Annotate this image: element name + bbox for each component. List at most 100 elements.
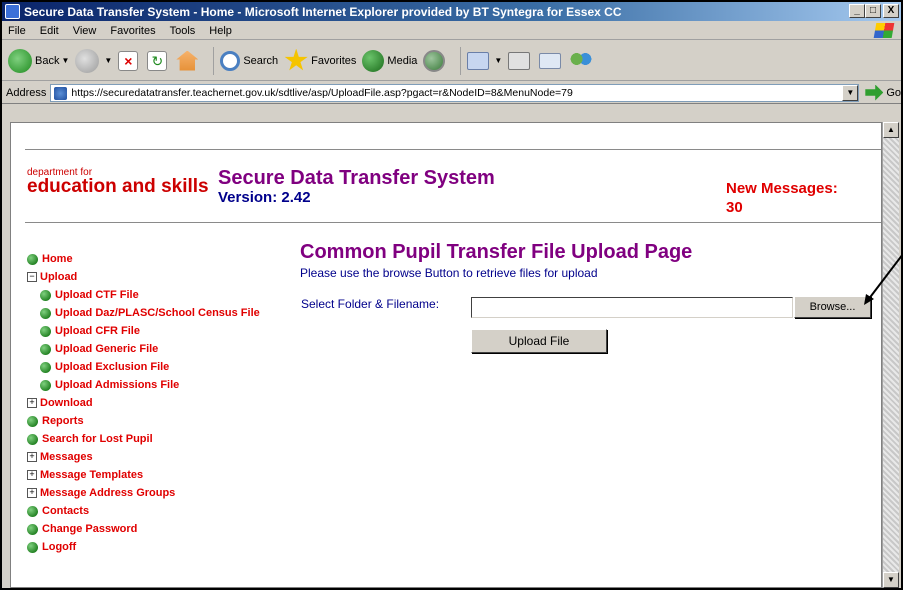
new-messages-label: New Messages: xyxy=(726,180,838,197)
nav-label: Logoff xyxy=(42,541,77,553)
expand-icon[interactable]: + xyxy=(27,398,37,408)
nav-item-logoff[interactable]: Logoff xyxy=(27,538,297,556)
go-button[interactable]: Go xyxy=(865,84,901,101)
maximize-button[interactable]: □ xyxy=(865,4,881,18)
file-path-input[interactable] xyxy=(471,297,793,318)
nav-item-upload-ctf[interactable]: Upload CTF File xyxy=(27,286,297,304)
search-icon xyxy=(220,50,241,71)
history-button[interactable] xyxy=(423,49,448,72)
favorites-label: Favorites xyxy=(311,54,357,67)
mail-button[interactable]: ▼ xyxy=(467,51,503,70)
messenger-icon xyxy=(570,50,593,71)
nav-label: Message Address Groups xyxy=(40,487,176,499)
address-dropdown-icon[interactable]: ▼ xyxy=(842,84,859,101)
search-button[interactable]: Search xyxy=(220,50,279,71)
page-title: Common Pupil Transfer File Upload Page xyxy=(300,241,693,263)
toolbar: Back ▼ ▼ × ↻ Search Favorites Media ▼ xyxy=(2,41,901,81)
edit-button[interactable] xyxy=(539,52,564,69)
nav-item-upload-cfr[interactable]: Upload CFR File xyxy=(27,322,297,340)
menu-file[interactable]: File xyxy=(8,25,26,37)
nav-label: Search for Lost Pupil xyxy=(42,433,153,445)
nav-item-home[interactable]: Home xyxy=(27,250,297,268)
nav-label: Upload Exclusion File xyxy=(55,361,170,373)
menu-favorites[interactable]: Favorites xyxy=(110,25,155,37)
nav-item-reports[interactable]: Reports xyxy=(27,412,297,430)
forward-button[interactable]: ▼ xyxy=(75,48,113,73)
go-label: Go xyxy=(886,86,901,99)
refresh-button[interactable]: ↻ xyxy=(147,50,170,71)
filename-label: Select Folder & Filename: xyxy=(301,297,440,311)
close-button[interactable]: X xyxy=(883,4,899,18)
messenger-button[interactable] xyxy=(570,50,595,71)
stop-button[interactable]: × xyxy=(118,50,141,71)
expand-icon[interactable]: + xyxy=(27,488,37,498)
nav-item-search-lost-pupil[interactable]: Search for Lost Pupil xyxy=(27,430,297,448)
scroll-down-icon[interactable]: ▼ xyxy=(883,572,899,588)
media-label: Media xyxy=(387,54,418,67)
nav-label: Contacts xyxy=(42,505,90,517)
bullet-icon xyxy=(40,379,51,391)
nav-item-upload-generic[interactable]: Upload Generic File xyxy=(27,340,297,358)
title-bar: Secure Data Transfer System - Home - Mic… xyxy=(2,2,901,21)
nav-item-change-password[interactable]: Change Password xyxy=(27,520,297,538)
nav-item-upload-census[interactable]: Upload Daz/PLASC/School Census File xyxy=(27,304,297,322)
system-version: Version: 2.42 xyxy=(218,189,311,206)
upload-file-button[interactable]: Upload File xyxy=(471,329,607,353)
search-label: Search xyxy=(243,54,279,67)
nav-item-upload-exclusion[interactable]: Upload Exclusion File xyxy=(27,358,297,376)
nav-item-upload[interactable]: − Upload xyxy=(27,268,297,286)
chevron-down-icon: ▼ xyxy=(104,56,113,65)
bullet-icon xyxy=(27,541,38,553)
browse-button[interactable]: Browse... xyxy=(794,296,871,318)
divider xyxy=(25,149,881,150)
media-icon xyxy=(362,49,385,72)
new-messages-link[interactable]: New Messages: 30 xyxy=(726,179,838,217)
nav-label: Home xyxy=(42,253,73,265)
bullet-icon xyxy=(40,307,51,319)
minimize-button[interactable]: _ xyxy=(849,4,865,18)
nav-label: Upload Admissions File xyxy=(55,379,180,391)
back-arrow-icon xyxy=(8,48,32,73)
nav-label: Message Templates xyxy=(40,469,144,481)
system-title: Secure Data Transfer System xyxy=(218,167,495,189)
dfes-logo: department for education and skills xyxy=(27,167,209,198)
address-label: Address xyxy=(6,86,47,99)
chevron-down-icon: ▼ xyxy=(494,56,503,65)
back-button[interactable]: Back ▼ xyxy=(8,48,69,73)
nav-item-message-templates[interactable]: + Message Templates xyxy=(27,466,297,484)
bullet-icon xyxy=(40,289,51,301)
go-arrow-icon xyxy=(865,84,884,101)
nav-label: Upload Daz/PLASC/School Census File xyxy=(55,307,260,319)
mail-icon xyxy=(467,51,490,70)
favorites-button[interactable]: Favorites xyxy=(284,48,357,73)
nav-item-download[interactable]: + Download xyxy=(27,394,297,412)
nav-item-contacts[interactable]: Contacts xyxy=(27,502,297,520)
print-button[interactable] xyxy=(508,51,533,70)
nav-item-messages[interactable]: + Messages xyxy=(27,448,297,466)
scroll-up-icon[interactable]: ▲ xyxy=(883,122,899,138)
nav-label: Download xyxy=(40,397,93,409)
media-button[interactable]: Media xyxy=(362,49,418,72)
left-nav: Home − Upload Upload CTF File Upload Daz/… xyxy=(27,250,297,556)
menu-tools[interactable]: Tools xyxy=(170,25,196,37)
stop-icon: × xyxy=(118,50,139,71)
bullet-icon xyxy=(40,325,51,337)
address-input[interactable]: https://securedatatransfer.teachernet.go… xyxy=(50,83,860,102)
nav-item-message-address-groups[interactable]: + Message Address Groups xyxy=(27,484,297,502)
nav-label: Upload Generic File xyxy=(55,343,159,355)
nav-label: Messages xyxy=(40,451,93,463)
edit-icon xyxy=(539,52,562,69)
menu-edit[interactable]: Edit xyxy=(40,25,59,37)
menu-view[interactable]: View xyxy=(73,25,97,37)
instructions-text: Please use the browse Button to retrieve… xyxy=(300,266,598,280)
nav-label: Upload CTF File xyxy=(55,289,139,301)
nav-item-upload-admissions[interactable]: Upload Admissions File xyxy=(27,376,297,394)
address-url: https://securedatatransfer.teachernet.go… xyxy=(71,86,573,99)
expand-icon[interactable]: + xyxy=(27,452,37,462)
home-button[interactable] xyxy=(176,50,201,71)
menu-help[interactable]: Help xyxy=(209,25,232,37)
collapse-icon[interactable]: − xyxy=(27,272,37,282)
annotation-arrow-icon xyxy=(864,253,903,305)
expand-icon[interactable]: + xyxy=(27,470,37,480)
vertical-scrollbar[interactable]: ▲ ▼ xyxy=(882,122,899,588)
